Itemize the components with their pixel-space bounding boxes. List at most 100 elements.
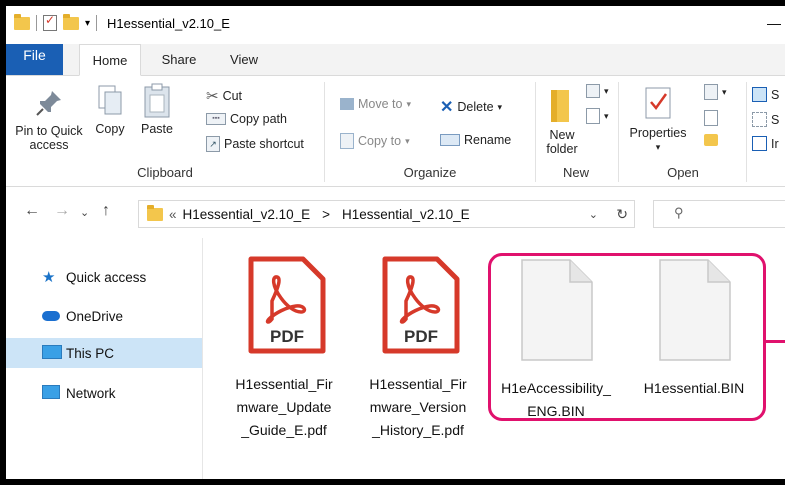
new-folder-label-line2: folder xyxy=(546,142,578,156)
clipboard-group-label: Clipboard xyxy=(137,165,193,180)
tab-file[interactable]: File xyxy=(6,44,63,75)
folder-icon xyxy=(147,204,163,221)
copy-path-label: Copy path xyxy=(230,112,287,126)
select-none-button[interactable]: S xyxy=(752,112,779,127)
open-group-label: Open xyxy=(667,165,699,180)
recent-locations-chevron-icon[interactable]: ⌄ xyxy=(80,206,89,219)
minimize-button[interactable]: — xyxy=(767,15,781,31)
new-folder-label-line1: New xyxy=(549,128,575,142)
new-folder-qat-icon[interactable] xyxy=(63,13,79,30)
nav-item-this-pc[interactable]: This PC xyxy=(6,338,202,368)
customize-qat-icon[interactable]: ▾ xyxy=(85,18,90,29)
address-dropdown-icon[interactable]: ⌄ xyxy=(589,208,598,221)
explorer-window: ▾ H1essential_v2.10_E — File Home Share … xyxy=(6,6,785,479)
move-to-label: Move to xyxy=(358,97,403,111)
breadcrumb-item[interactable]: H1essential_v2.10_E xyxy=(183,207,311,222)
address-box[interactable]: « H1essential_v2.10_E > H1essential_v2.1… xyxy=(138,200,635,228)
copy-icon xyxy=(98,85,122,115)
star-icon: ★ xyxy=(42,269,56,286)
rename-icon xyxy=(440,134,460,146)
title-bar: ▾ H1essential_v2.10_E — xyxy=(6,6,785,44)
copy-path-button[interactable]: ▪▪▪ Copy path xyxy=(206,112,287,126)
chevron-down-icon: ▾ xyxy=(497,101,503,112)
invert-selection-label: Ir xyxy=(771,136,779,151)
up-arrow-icon[interactable]: ↑ xyxy=(102,202,110,220)
group-divider xyxy=(746,82,747,182)
copy-button[interactable]: Copy xyxy=(88,82,132,136)
paste-shortcut-label: Paste shortcut xyxy=(224,137,304,151)
properties-label: Properties xyxy=(629,126,687,140)
select-all-button[interactable]: S xyxy=(752,87,779,102)
delete-button[interactable]: ✕ Delete ▾ xyxy=(440,97,502,117)
cut-label: Cut xyxy=(222,89,243,103)
edit-button[interactable] xyxy=(704,110,718,126)
open-icon xyxy=(704,84,718,100)
invert-selection-button[interactable]: Ir xyxy=(752,136,779,151)
organize-group-label: Organize xyxy=(403,165,457,180)
edit-icon xyxy=(704,110,718,126)
chevron-down-icon: ▾ xyxy=(604,110,609,121)
chevron-down-icon: ▾ xyxy=(655,142,661,152)
highlight-connector xyxy=(766,340,785,343)
breadcrumb-separator[interactable]: > xyxy=(322,207,330,222)
window-title: H1essential_v2.10_E xyxy=(107,15,230,31)
navigation-pane: ★ Quick access OneDrive This PC Network xyxy=(6,238,203,479)
tab-view[interactable]: View xyxy=(219,44,269,75)
new-item-button[interactable]: ▾ xyxy=(586,84,609,98)
delete-x-icon: ✕ xyxy=(440,99,454,116)
forward-arrow-icon[interactable]: → xyxy=(54,202,70,220)
divider xyxy=(96,15,98,31)
pin-to-quick-access-button[interactable]: Pin to Quick access xyxy=(8,82,90,152)
refresh-icon[interactable]: ↻ xyxy=(616,206,628,223)
tab-home[interactable]: Home xyxy=(79,44,141,76)
divider xyxy=(36,15,37,31)
network-icon xyxy=(42,384,60,402)
overflow-chevron[interactable]: « xyxy=(169,207,177,222)
paste-shortcut-button[interactable]: ↗ Paste shortcut xyxy=(206,136,304,152)
rename-label: Rename xyxy=(464,133,512,147)
move-to-icon xyxy=(340,98,354,110)
properties-qat-icon[interactable] xyxy=(43,13,57,31)
easy-access-button[interactable]: ▾ xyxy=(586,108,609,124)
paste-button[interactable]: Paste xyxy=(132,82,182,136)
nav-item-label: OneDrive xyxy=(66,308,124,324)
open-button[interactable]: ▾ xyxy=(704,84,727,100)
copy-to-label: Copy to xyxy=(358,134,402,148)
file-name-line: _History_E.pdf xyxy=(372,422,464,438)
file-name-line: H1essential_Fir xyxy=(369,376,467,392)
search-input[interactable]: ⚲ xyxy=(653,200,785,228)
scissors-icon: ✂ xyxy=(206,88,219,105)
nav-item-label: Quick access xyxy=(66,269,147,285)
move-to-button[interactable]: Move to ▾ xyxy=(340,97,411,111)
cut-button[interactable]: ✂ Cut xyxy=(206,87,242,105)
folder-icon xyxy=(14,13,30,30)
pdf-badge: PDF xyxy=(404,327,438,346)
file-name-line: mware_Update xyxy=(236,399,332,415)
nav-item-quick-access[interactable]: ★ Quick access xyxy=(6,262,202,292)
rename-button[interactable]: Rename xyxy=(440,133,511,147)
chevron-down-icon: ▾ xyxy=(405,135,410,146)
back-arrow-icon[interactable]: ← xyxy=(24,202,40,220)
monitor-icon xyxy=(42,344,62,362)
breadcrumb-item[interactable]: H1essential_v2.10_E xyxy=(342,207,470,222)
nav-item-network[interactable]: Network xyxy=(6,378,202,408)
new-folder-button[interactable]: New folder xyxy=(536,84,588,156)
chevron-down-icon: ▾ xyxy=(604,85,609,96)
copy-to-button[interactable]: Copy to ▾ xyxy=(340,133,410,149)
copy-label: Copy xyxy=(95,122,125,136)
tab-share[interactable]: Share xyxy=(153,44,205,75)
invert-selection-icon xyxy=(752,136,767,151)
nav-item-label: Network xyxy=(66,385,116,401)
pin-icon xyxy=(36,91,61,116)
nav-item-onedrive[interactable]: OneDrive xyxy=(6,301,202,331)
address-bar-row: ← → ⌄ ↑ « H1essential_v2.10_E > H1essent… xyxy=(6,187,785,237)
select-all-label: S xyxy=(771,87,780,102)
easy-access-icon xyxy=(586,108,600,124)
search-icon: ⚲ xyxy=(674,205,684,220)
history-button[interactable] xyxy=(704,134,718,146)
file-item[interactable]: PDF H1essential_Fir mware_Version _Histo… xyxy=(355,256,481,442)
properties-button[interactable]: Properties ▾ xyxy=(622,82,694,154)
pdf-badge: PDF xyxy=(270,327,304,346)
file-item[interactable]: PDF H1essential_Fir mware_Update _Guide_… xyxy=(221,256,347,442)
delete-label: Delete xyxy=(457,100,494,114)
